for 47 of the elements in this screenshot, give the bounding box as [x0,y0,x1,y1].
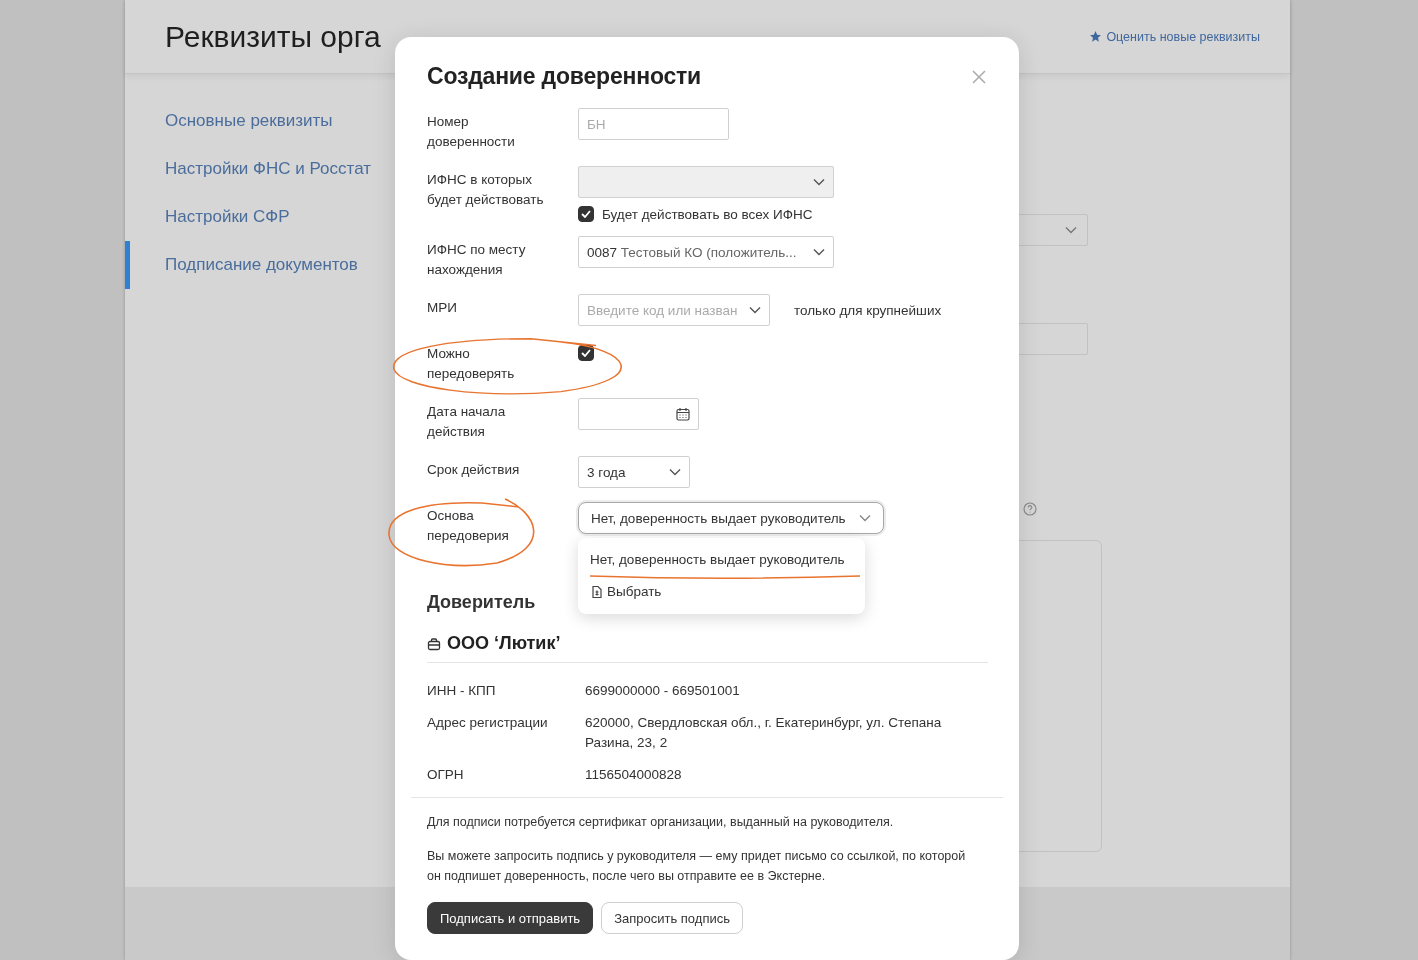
field-label: Срок действия [427,461,521,479]
field-label: Можно передоверять [427,345,516,383]
sidebar-item[interactable]: Настройки ФНС и Росстат [125,145,395,193]
chevron-down-icon [1065,226,1077,234]
chevron-down-icon [813,248,825,256]
sign-and-send-button[interactable]: Подписать и отправить [427,902,594,934]
detail-value: 6699000000 - 669501001 [585,682,741,700]
sidebar-item[interactable]: Основные реквизиты [125,97,395,145]
detail-label: ОГРН [427,766,465,784]
chevron-down-icon [669,468,681,476]
info-text: Вы можете запросить подпись у руководителя — ему придет письмо со ссылкой, по которой он подпишет доверенность, после чего вы отправите ее в Экстерне. [427,848,967,885]
menu-item[interactable]: Нет, доверенность выдает руководитель [578,544,865,576]
menu-item[interactable]: Выбрать [578,576,865,608]
field-label: МРИ [427,299,458,317]
star-icon [1089,30,1103,43]
briefcase-icon [427,636,441,651]
text-input[interactable]: БН [578,108,729,140]
detail-value: 1156504000828 [585,766,683,784]
select-field[interactable]: 0087 Тестовый КО (положитель... [578,236,834,268]
page-title: Реквизиты орга [165,19,381,54]
field-label: ИФНС по месту нахождения [427,241,527,279]
hint-text: только для крупнейших [794,302,942,318]
field-label: Основа передоверия [427,507,510,545]
organization-name: ООО ‘Лютик’ [447,633,561,654]
info-text: Для подписи потребуется сертификат организации, выданный на руководителя. [427,814,895,831]
detail-label: Адрес регистрации [427,714,549,732]
checkmark-icon [581,210,591,218]
sidebar-item[interactable]: Настройки СФР [125,193,395,241]
chevron-down-icon [813,178,825,186]
rate-link[interactable]: Оценить новые реквизиты [1089,29,1260,44]
request-signature-button[interactable]: Запросить подпись [601,902,743,934]
detail-label: ИНН - КПП [427,682,497,700]
calendar-icon[interactable] [676,407,690,421]
checkmark-icon [581,349,591,357]
field-label: Номер доверенности [427,113,516,151]
chevron-down-icon [859,514,871,522]
section-heading: Доверитель [427,592,536,613]
detail-value: 620000, Свердловская обл., г. Екатеринбург, ул. Степана Разина, 23, 2 [585,714,943,752]
select-field[interactable]: Нет, доверенность выдает руководитель [578,502,884,534]
help-icon [1023,502,1037,516]
dialog-title: Создание доверенности [427,63,702,90]
select-field[interactable]: 3 года [578,456,690,488]
field-label: ИФНС в которых будет действовать [427,171,545,209]
chevron-down-icon [749,306,761,314]
date-field[interactable] [578,398,699,430]
field-label: Дата начала действия [427,403,507,441]
document-icon [590,585,604,599]
